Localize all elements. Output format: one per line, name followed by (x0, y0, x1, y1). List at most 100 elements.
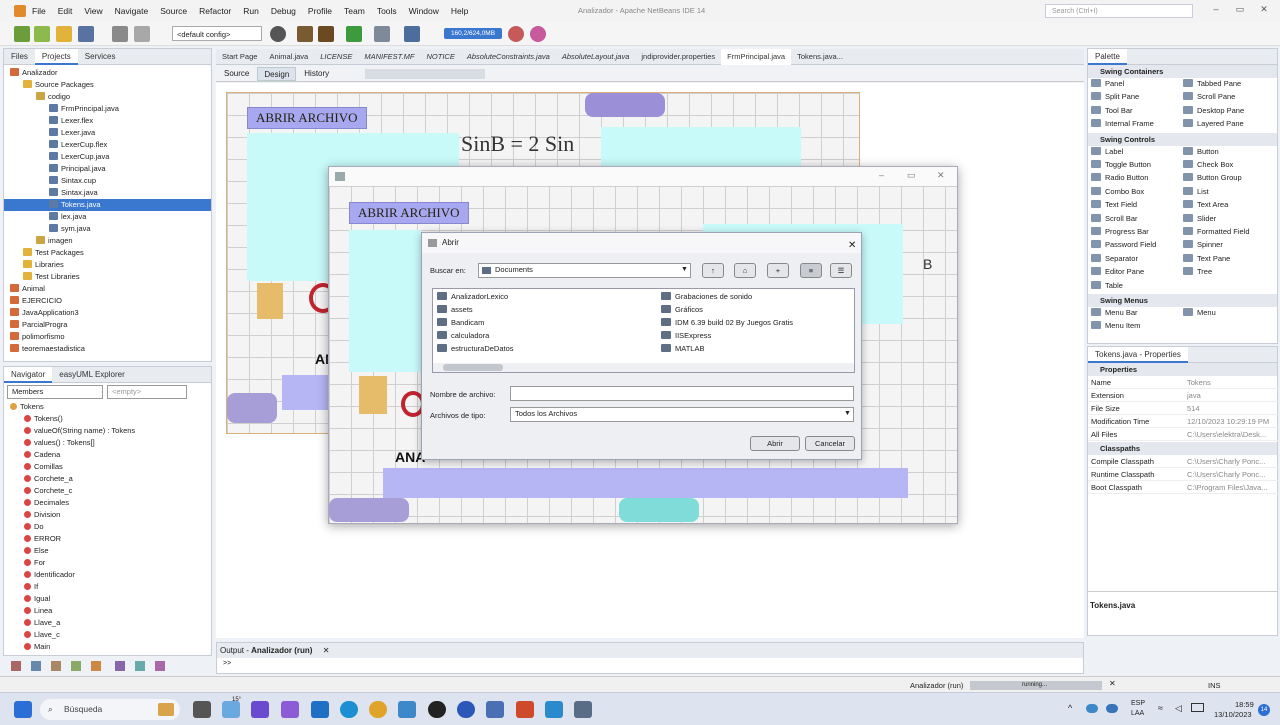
palette-item[interactable]: Menu Item (1091, 320, 1140, 332)
palette-item[interactable]: Desktop Pane (1183, 105, 1244, 117)
palette-item[interactable]: Toggle Button (1091, 159, 1151, 171)
clean-build-icon[interactable] (318, 26, 334, 42)
cancel-task-icon[interactable]: ✕ (1109, 679, 1116, 688)
palette-item[interactable]: Formatted Field (1183, 226, 1250, 238)
windows-start-icon[interactable] (14, 701, 32, 718)
navigator-item[interactable]: Llave_a (4, 617, 211, 629)
align-tools[interactable] (365, 68, 486, 79)
palette-item[interactable]: Table (1091, 280, 1123, 292)
file-item[interactable]: Grabaciones de sonido (661, 291, 752, 303)
navigator-item[interactable]: Linea (4, 605, 211, 617)
zoom-icon[interactable] (457, 701, 475, 718)
navigator-item[interactable]: Tokens (4, 401, 211, 413)
property-row[interactable]: Boot Classpath C:\Program Files\Java... (1088, 481, 1280, 494)
palette-item[interactable]: Scroll Bar (1091, 213, 1138, 225)
palette-item[interactable]: Text Field (1091, 199, 1137, 211)
tab-history[interactable]: History (298, 67, 335, 81)
navigator-item[interactable]: Main (4, 641, 211, 653)
tree-item[interactable]: LexerCup.flex (4, 139, 211, 151)
tree-item[interactable]: Lexer.flex (4, 115, 211, 127)
tab-projects[interactable]: Projects (34, 48, 78, 65)
palette-item[interactable]: Separator (1091, 253, 1138, 265)
navigator-item[interactable]: Corchete_a (4, 473, 211, 485)
navigator-item[interactable]: For (4, 557, 211, 569)
up-folder-button[interactable]: ↑ (702, 263, 724, 278)
filename-input[interactable] (510, 386, 854, 401)
tree-item[interactable]: teoremaestadistica (4, 343, 211, 355)
navigator-item[interactable]: Do (4, 521, 211, 533)
weather-icon[interactable] (222, 701, 240, 718)
clock-date[interactable]: 13/10/2023 (1214, 710, 1252, 719)
new-folder-button[interactable]: + (767, 263, 789, 278)
tab-jndiprovider[interactable]: jndiprovider.properties (635, 49, 721, 65)
config-icon[interactable] (155, 661, 165, 671)
tree-item[interactable]: Sintax.java (4, 187, 211, 199)
tree-item[interactable]: Lexer.java (4, 127, 211, 139)
navigator-item[interactable]: Llave_c (4, 629, 211, 641)
navigator-item[interactable]: values() : Tokens[] (4, 437, 211, 449)
navigator-item[interactable]: Corchete_c (4, 485, 211, 497)
open-file-button[interactable]: ABRIR ARCHIVO (349, 202, 469, 224)
open-project-icon[interactable] (56, 26, 72, 42)
tab-easyuml[interactable]: easyUML Explorer (52, 367, 132, 383)
navigator-item[interactable]: Cadena (4, 449, 211, 461)
palette-item[interactable]: Text Area (1183, 199, 1228, 211)
tree-item[interactable]: lex.java (4, 211, 211, 223)
file-item[interactable]: calculadora (437, 330, 489, 342)
palette-item[interactable]: Editor Pane (1091, 266, 1144, 278)
design-open-file-button[interactable]: ABRIR ARCHIVO (247, 107, 367, 129)
collapse-icon[interactable] (135, 661, 145, 671)
menu-navigate[interactable]: Navigate (115, 6, 149, 16)
menu-profile[interactable]: Profile (308, 6, 332, 16)
tab-license[interactable]: LICENSE (314, 49, 358, 65)
tab-files[interactable]: Files (4, 49, 35, 65)
config-select[interactable]: <default config> (172, 26, 262, 41)
mail-icon[interactable] (311, 701, 329, 718)
home-button[interactable]: ⌂ (734, 263, 756, 278)
palette-item[interactable]: Menu (1183, 307, 1216, 319)
property-row[interactable]: File Size 514 (1088, 402, 1280, 415)
palette-item[interactable]: Radio Button (1091, 172, 1148, 184)
dell-icon[interactable] (428, 701, 446, 718)
notification-badge[interactable]: 14 (1258, 704, 1270, 716)
tab-absoluteconstraints[interactable]: AbsoluteConstraints.java (461, 49, 556, 65)
property-row[interactable]: Name Tokens (1088, 376, 1280, 389)
navigator-item[interactable]: Tokens() (4, 413, 211, 425)
palette-item[interactable]: Slider (1183, 213, 1216, 225)
run-icon[interactable] (346, 26, 362, 42)
file-item[interactable]: assets (437, 304, 473, 316)
tree-item[interactable]: ParcialProgra (4, 319, 211, 331)
edge-icon[interactable] (340, 701, 358, 718)
cancel-button[interactable]: Cancelar (805, 436, 855, 451)
tree-item[interactable]: sym.java (4, 223, 211, 235)
palette-item[interactable]: Tool Bar (1091, 105, 1133, 117)
tab-manifest[interactable]: MANIFEST.MF (358, 49, 420, 65)
inherited-filter-icon[interactable] (71, 661, 81, 671)
property-row[interactable]: All Files C:\Users\elektra\Desk... (1088, 428, 1280, 441)
palette-item[interactable]: Layered Pane (1183, 118, 1244, 130)
redo-icon[interactable] (134, 26, 150, 42)
palette-section[interactable]: Swing Menus (1088, 294, 1277, 307)
empty-select[interactable]: <empty> (107, 385, 187, 399)
open-button[interactable]: Abrir (750, 436, 800, 451)
navigator-item[interactable]: Comillas (4, 461, 211, 473)
palette-item[interactable]: Button Group (1183, 172, 1242, 184)
menu-edit[interactable]: Edit (58, 6, 73, 16)
globe-icon[interactable] (270, 26, 286, 42)
clock-time[interactable]: 18:59 (1235, 700, 1254, 709)
tab-tokens[interactable]: Tokens.java... (791, 49, 849, 65)
profiler-snapshot-icon[interactable] (530, 26, 546, 42)
palette-item[interactable]: Check Box (1183, 159, 1233, 171)
palette-item[interactable]: Spinner (1183, 239, 1223, 251)
gc-icon[interactable] (508, 26, 524, 42)
app-icon[interactable] (486, 701, 504, 718)
text-area-left[interactable] (349, 230, 421, 372)
property-row[interactable]: Modification Time 12/10/2023 10:29:19 PM (1088, 415, 1280, 428)
tab-palette[interactable]: Palette (1088, 48, 1127, 65)
tab-absolutelayout[interactable]: AbsoluteLayout.java (556, 49, 636, 65)
tab-start-page[interactable]: Start Page (216, 49, 263, 65)
new-project-icon[interactable] (14, 26, 30, 42)
palette-item[interactable]: List (1183, 186, 1209, 198)
tree-item[interactable]: Test Libraries (4, 271, 211, 283)
file-item[interactable]: Bandicam (437, 317, 484, 329)
